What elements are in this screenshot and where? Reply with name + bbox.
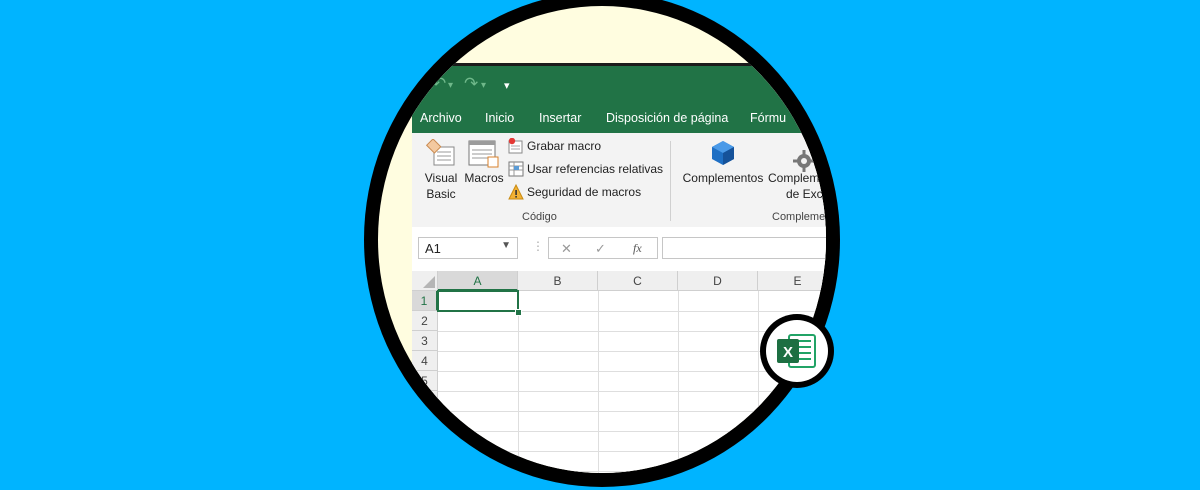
grid-line	[438, 411, 826, 412]
excel-complements-button[interactable]: Complem de Exc	[768, 137, 826, 205]
macros-icon	[468, 140, 499, 168]
excel-logo: X	[766, 320, 828, 382]
record-macro-icon	[508, 138, 523, 154]
name-box-dropdown-icon[interactable]: ▼	[501, 240, 511, 251]
select-all-icon	[423, 276, 435, 288]
grid-line	[438, 471, 826, 472]
row-header-4[interactable]: 4	[412, 351, 438, 371]
relative-references-label: Usar referencias relativas	[527, 162, 664, 176]
redo-dropdown-icon[interactable]: ▾	[481, 80, 486, 91]
customize-toolbar-icon[interactable]: ▾	[504, 79, 510, 92]
column-header-b[interactable]: B	[518, 271, 598, 291]
row-header-3[interactable]: 3	[412, 331, 438, 351]
insert-function-icon[interactable]: fx	[633, 241, 642, 256]
enter-icon[interactable]: ✓	[595, 241, 606, 257]
grid-line	[678, 291, 679, 473]
grid-line	[518, 291, 519, 473]
tab-formulas[interactable]: Fórmu	[750, 111, 786, 125]
cancel-icon[interactable]: ✕	[561, 241, 572, 257]
excel-logo-icon: X	[777, 334, 816, 368]
visual-basic-label-1: Visual	[424, 171, 458, 185]
row-header-1[interactable]: 1	[412, 291, 438, 311]
tab-disposicion[interactable]: Disposición de página	[606, 111, 728, 125]
ribbon: Visual Basic Macros Grabar macro Usar re…	[412, 133, 826, 228]
tab-inicio[interactable]: Inicio	[485, 111, 514, 125]
complements-icon	[712, 141, 734, 165]
column-header-a[interactable]: A	[438, 271, 518, 291]
select-all-button[interactable]	[412, 271, 438, 291]
macros-label: Macros	[464, 171, 504, 185]
complements-group-label: Compleme	[772, 211, 826, 223]
row-header-more	[412, 391, 438, 473]
grid-line	[438, 391, 826, 392]
complements-button[interactable]: Complementos	[680, 137, 766, 191]
relative-references-icon	[508, 161, 524, 177]
visual-basic-icon	[426, 139, 455, 166]
undo-dropdown-icon[interactable]: ▾	[448, 80, 453, 91]
grid-line	[598, 291, 599, 473]
record-macro-label: Grabar macro	[527, 139, 602, 153]
column-header-e[interactable]: E	[758, 271, 826, 291]
menu-bar: Archivo Inicio Insertar Disposición de p…	[412, 105, 826, 133]
row-header-5[interactable]: 5	[412, 371, 438, 391]
selected-cell-a1[interactable]	[437, 290, 519, 312]
grid-line	[438, 451, 826, 452]
column-header-c[interactable]: C	[598, 271, 678, 291]
excel-window: ↶ ▾ ↷ ▾ ▾ Archivo Inicio Insertar Dispos…	[412, 63, 826, 473]
name-box-value: A1	[425, 241, 441, 256]
grid-line	[758, 291, 759, 473]
title-bar: ↶ ▾ ↷ ▾ ▾	[412, 63, 826, 105]
save-icon[interactable]	[414, 78, 426, 92]
tab-insertar[interactable]: Insertar	[539, 111, 581, 125]
formula-bar-grip-icon: ⋮	[532, 239, 544, 253]
macros-button[interactable]: Macros	[462, 137, 506, 191]
column-header-d[interactable]: D	[678, 271, 758, 291]
macro-security-label: Seguridad de macros	[527, 185, 642, 199]
tab-archivo[interactable]: Archivo	[420, 111, 462, 125]
record-macro-button[interactable]: Grabar macro	[508, 138, 668, 156]
spreadsheet-grid: A B C D E 1 2 3 4 5	[412, 271, 826, 473]
gear-icon	[793, 150, 815, 172]
excel-complements-label-1: Complem	[768, 171, 820, 185]
excel-complements-label-2: de Exc	[786, 187, 823, 201]
visual-basic-label-2: Basic	[426, 187, 456, 201]
undo-icon[interactable]: ↶	[432, 74, 446, 94]
excel-logo-badge: X	[760, 314, 834, 388]
excel-window-viewport: ↶ ▾ ↷ ▾ ▾ Archivo Inicio Insertar Dispos…	[378, 6, 826, 473]
visual-basic-button[interactable]: Visual Basic	[422, 137, 460, 205]
grid-line	[438, 431, 826, 432]
formula-buttons: ✕ ✓ fx	[548, 237, 658, 259]
svg-text:X: X	[783, 344, 793, 361]
formula-bar: A1 ▼ ⋮ ✕ ✓ fx	[412, 227, 826, 267]
warning-icon	[508, 184, 524, 200]
name-box[interactable]: A1 ▼	[418, 237, 518, 259]
relative-references-button[interactable]: Usar referencias relativas	[508, 161, 668, 179]
complements-label: Complementos	[682, 171, 764, 185]
group-divider	[670, 141, 671, 221]
fill-handle[interactable]	[515, 309, 522, 316]
macro-security-button[interactable]: Seguridad de macros	[508, 184, 668, 202]
row-header-2[interactable]: 2	[412, 311, 438, 331]
code-group-label: Código	[522, 211, 557, 223]
formula-input[interactable]	[662, 237, 826, 259]
redo-icon[interactable]: ↷	[464, 74, 478, 94]
